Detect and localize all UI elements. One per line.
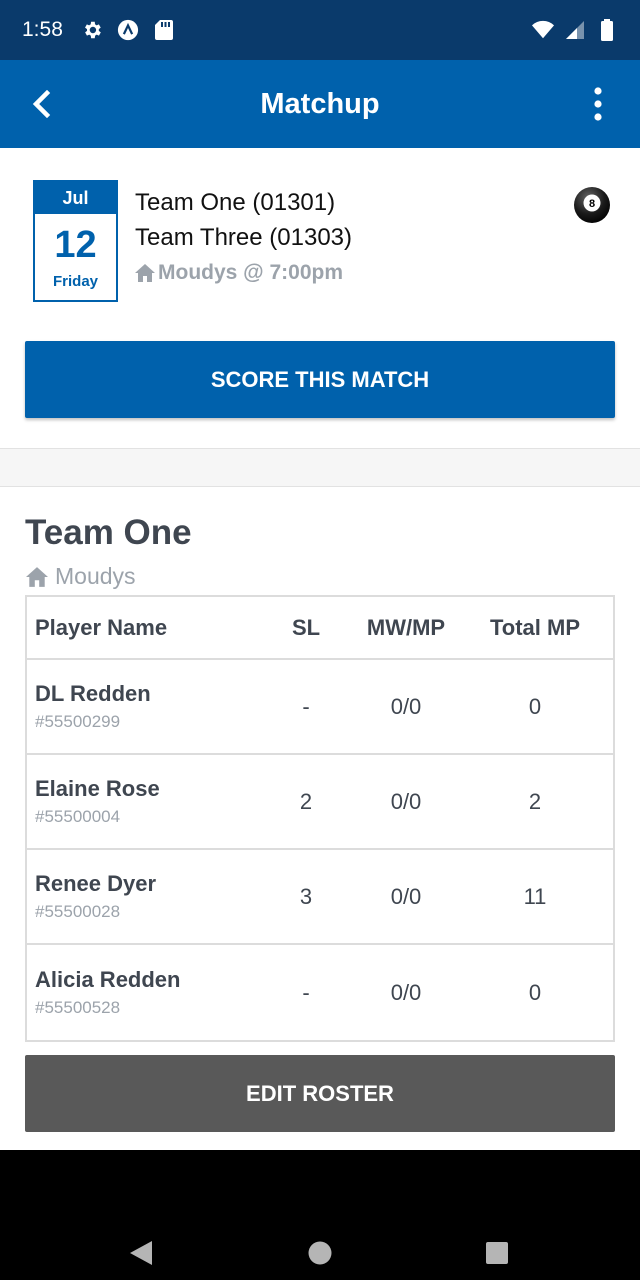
status-bar: 1:58 xyxy=(0,0,640,60)
player-total-mp: 2 xyxy=(528,788,542,814)
player-total-mp: 0 xyxy=(528,693,542,719)
player-number: #55500528 xyxy=(35,998,121,1017)
sd-card-icon xyxy=(153,19,175,41)
team-venue-label: Moudys xyxy=(55,563,136,589)
app-bar: Matchup xyxy=(0,60,640,148)
team-name: Team One xyxy=(25,513,192,552)
player-mw-mp: 0/0 xyxy=(390,883,422,909)
gear-icon xyxy=(81,19,103,41)
section-divider xyxy=(0,448,640,487)
player-total-mp: 11 xyxy=(523,883,547,909)
header-sl: SL xyxy=(291,614,321,640)
match-venue-label: Moudys @ 7:00pm xyxy=(158,261,344,284)
home-team-label: Team One (01301) xyxy=(135,189,336,216)
date-month: Jul xyxy=(35,182,116,214)
chevron-left-icon xyxy=(32,90,51,118)
table-row[interactable]: Elaine Rose #55500004 2 0/0 2 xyxy=(27,755,613,850)
roster-header: Player Name SL MW/MP Total MP xyxy=(27,597,613,660)
player-name: Renee Dyer xyxy=(35,871,157,896)
content-area: Jul 12 Friday Team One (01301) Team Thre… xyxy=(0,148,640,1150)
eight-ball-icon: 8 xyxy=(574,187,610,223)
player-name: Elaine Rose xyxy=(35,776,160,801)
roster-table: Player Name SL MW/MP Total MP DL Redden … xyxy=(25,595,615,1042)
player-sl: - xyxy=(302,979,310,1005)
team-venue: Moudys xyxy=(25,563,136,590)
nav-back-button[interactable] xyxy=(126,1238,156,1268)
edit-roster-button[interactable]: EDIT ROSTER xyxy=(25,1055,615,1132)
player-total-mp: 0 xyxy=(528,979,542,1005)
signal-icon xyxy=(564,19,586,41)
system-nav-bar xyxy=(0,1150,640,1280)
page-title: Matchup xyxy=(260,87,380,120)
nav-home-button[interactable] xyxy=(305,1238,335,1268)
header-player-name: Player Name xyxy=(35,614,168,640)
player-sl: 3 xyxy=(299,883,313,909)
status-time: 1:58 xyxy=(22,18,63,41)
away-team-label: Team Three (01303) xyxy=(135,224,353,251)
score-match-button[interactable]: SCORE THIS MATCH xyxy=(25,341,615,418)
player-mw-mp: 0/0 xyxy=(390,979,422,1005)
header-total-mp: Total MP xyxy=(489,614,581,640)
nav-recents-button[interactable] xyxy=(482,1238,512,1268)
overflow-menu-button[interactable] xyxy=(578,84,618,124)
app-icon xyxy=(117,19,139,41)
match-card: Jul 12 Friday Team One (01301) Team Thre… xyxy=(0,148,640,448)
back-button[interactable] xyxy=(22,84,62,124)
match-venue: Moudys @ 7:00pm xyxy=(135,261,343,285)
header-mw-mp: MW/MP xyxy=(366,614,446,640)
player-number: #55500004 xyxy=(35,807,121,826)
svg-text:8: 8 xyxy=(589,198,595,210)
table-row[interactable]: DL Redden #55500299 - 0/0 0 xyxy=(27,660,613,755)
date-badge: Jul 12 Friday xyxy=(33,180,118,302)
player-name: Alicia Redden xyxy=(35,967,181,992)
date-day: 12 xyxy=(54,224,97,266)
player-number: #55500028 xyxy=(35,902,121,921)
player-sl: - xyxy=(302,693,310,719)
player-number: #55500299 xyxy=(35,712,121,731)
table-row[interactable]: Alicia Redden #55500528 - 0/0 0 xyxy=(27,945,613,1040)
wifi-icon xyxy=(532,19,554,41)
player-mw-mp: 0/0 xyxy=(390,693,422,719)
recents-square-icon xyxy=(486,1242,508,1264)
home-icon xyxy=(135,264,155,282)
home-icon xyxy=(26,566,48,587)
more-vertical-icon xyxy=(594,87,602,121)
date-weekday: Friday xyxy=(52,273,98,290)
player-sl: 2 xyxy=(299,788,313,814)
home-circle-icon xyxy=(308,1241,332,1265)
player-mw-mp: 0/0 xyxy=(390,788,422,814)
table-row[interactable]: Renee Dyer #55500028 3 0/0 11 xyxy=(27,850,613,945)
battery-icon xyxy=(596,19,618,41)
back-triangle-icon xyxy=(130,1241,152,1265)
player-name: DL Redden xyxy=(35,681,151,706)
